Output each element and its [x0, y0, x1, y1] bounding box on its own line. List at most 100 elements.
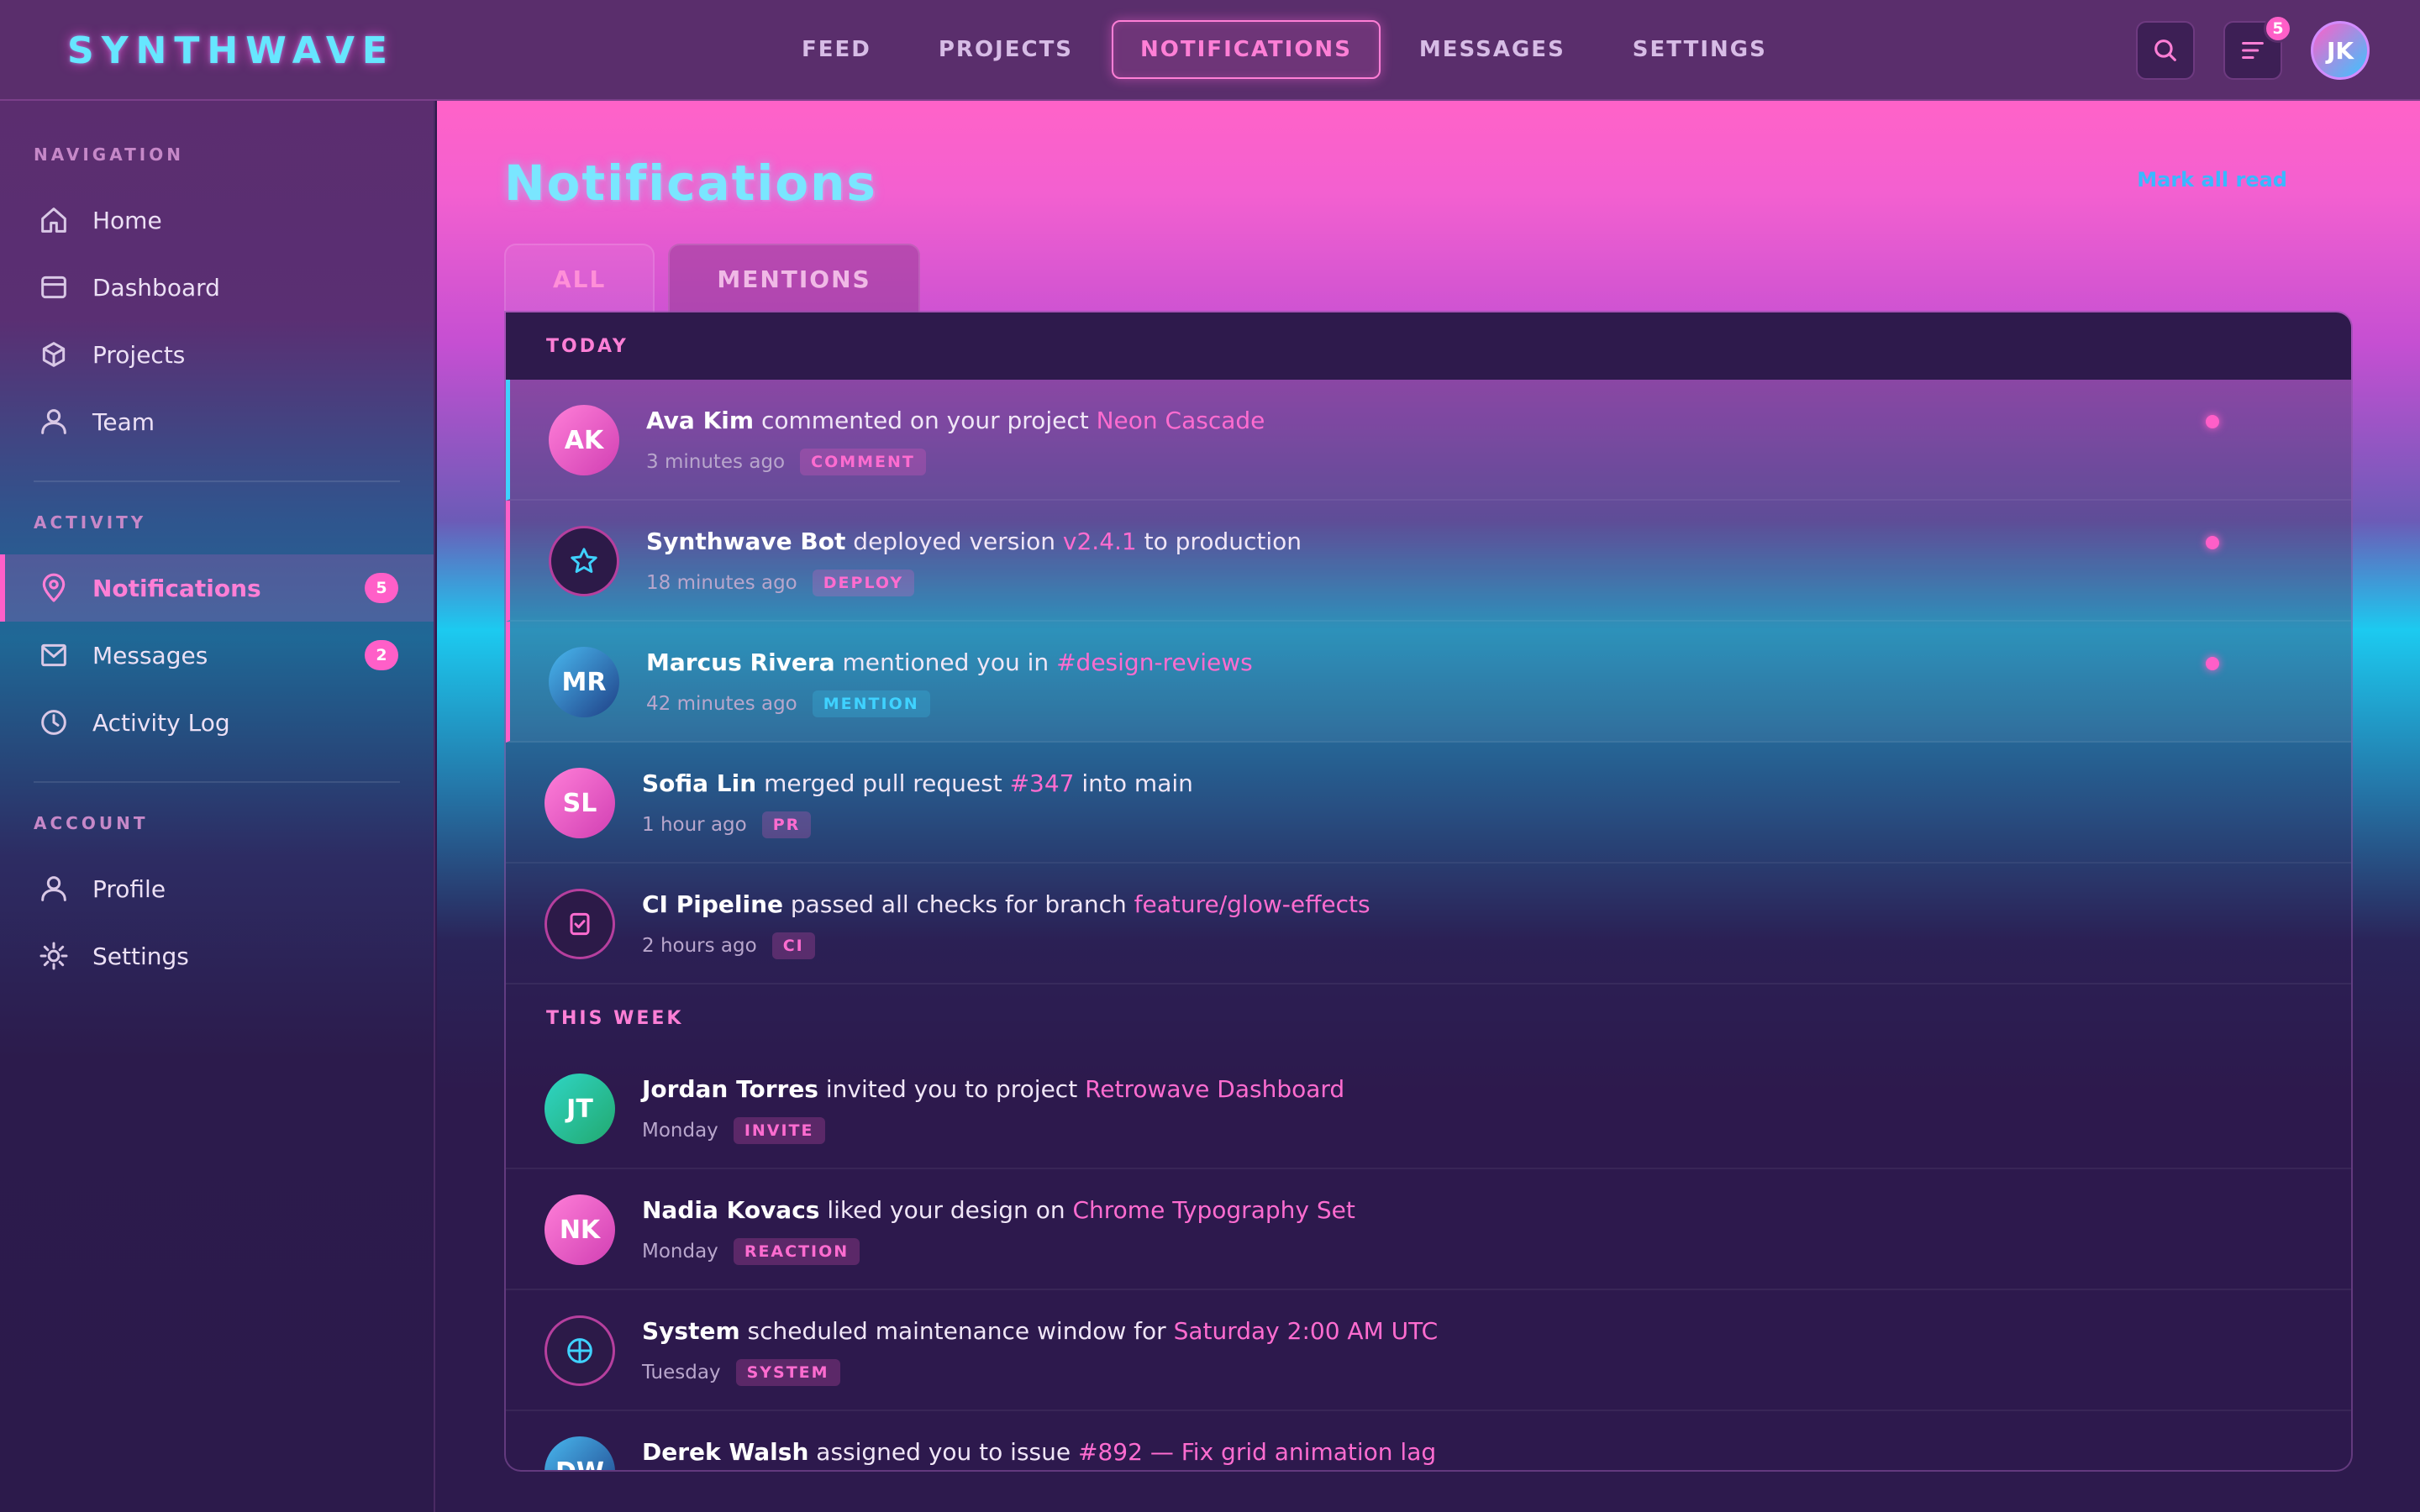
notification-tabs: ALL MENTIONS — [504, 244, 920, 312]
notification-meta: Tuesday SYSTEM — [642, 1359, 840, 1386]
notification-actor[interactable]: Jordan Torres — [642, 1075, 818, 1103]
notification-action: liked your design on — [819, 1196, 1073, 1224]
notification-target-link[interactable]: Retrowave Dashboard — [1085, 1075, 1344, 1103]
notification-item[interactable]: AK Ava Kim commented on your project Neo… — [506, 380, 2351, 501]
brand-logo[interactable]: SYNTHWAVE — [67, 0, 395, 101]
sidebar-item-label: Dashboard — [92, 273, 220, 302]
sidebar-item-activity-log[interactable]: Activity Log — [0, 689, 434, 756]
avatar: MR — [549, 647, 619, 717]
mark-all-read-link[interactable]: Mark all read — [2137, 168, 2287, 192]
notification-action: commented on your project — [754, 407, 1097, 434]
notification-time: Tuesday — [642, 1362, 721, 1383]
unread-dot — [2206, 657, 2219, 670]
top-nav-messages[interactable]: MESSAGES — [1391, 20, 1594, 79]
notification-item[interactable]: SL Sofia Lin merged pull request #347 in… — [506, 743, 2351, 864]
top-nav-projects[interactable]: PROJECTS — [910, 20, 1102, 79]
group-header-today: TODAY — [506, 312, 2351, 380]
notification-actor[interactable]: Marcus Rivera — [646, 648, 835, 676]
notification-item[interactable]: MR Marcus Rivera mentioned you in #desig… — [506, 622, 2351, 743]
notification-target-link[interactable]: #892 — Fix grid animation lag — [1078, 1438, 1436, 1466]
pin-icon — [42, 573, 66, 602]
sidebar-item-label: Profile — [92, 874, 166, 903]
notification-target-link[interactable]: Chrome Typography Set — [1072, 1196, 1355, 1224]
notification-actor[interactable]: Ava Kim — [646, 407, 754, 434]
avatar — [544, 1315, 615, 1386]
user-avatar[interactable]: JK — [2311, 21, 2370, 80]
sidebar-section-navigation: NAVIGATION — [34, 144, 184, 165]
top-nav-notifications[interactable]: NOTIFICATIONS — [1112, 20, 1381, 79]
top-nav-feed[interactable]: FEED — [773, 20, 900, 79]
notification-action-suffix: into main — [1074, 769, 1193, 797]
sidebar-item-profile[interactable]: Profile — [0, 855, 434, 922]
notification-item[interactable]: DW Derek Walsh assigned you to issue #89… — [506, 1411, 2351, 1470]
search-icon — [2154, 39, 2176, 61]
notification-action-suffix: to production — [1136, 528, 1302, 555]
notification-target-link[interactable]: #design-reviews — [1056, 648, 1253, 676]
top-bar: SYNTHWAVE FEED PROJECTS NOTIFICATIONS ME… — [0, 0, 2420, 101]
notification-actor[interactable]: Derek Walsh — [642, 1438, 808, 1466]
sidebar-item-dashboard[interactable]: Dashboard — [0, 254, 434, 321]
notifications-menu-button[interactable]: 5 — [2223, 14, 2292, 80]
notification-target-link[interactable]: #347 — [1010, 769, 1075, 797]
notification-actor[interactable]: Synthwave Bot — [646, 528, 845, 555]
sidebar-item-label: Notifications — [92, 574, 261, 602]
notification-item[interactable]: JT Jordan Torres invited you to project … — [506, 1048, 2351, 1169]
notification-target-link[interactable]: v2.4.1 — [1063, 528, 1137, 555]
notification-time: 18 minutes ago — [646, 572, 797, 594]
dashboard-icon — [41, 276, 66, 299]
notification-time: 2 hours ago — [642, 935, 757, 957]
gear-icon — [39, 942, 68, 970]
page-title: Notifications — [504, 155, 877, 212]
mail-icon — [41, 643, 66, 667]
notification-meta: 2 hours ago CI — [642, 932, 815, 959]
tab-mentions[interactable]: MENTIONS — [668, 244, 920, 312]
notification-target-link[interactable]: feature/glow-effects — [1134, 890, 1370, 918]
notification-actor[interactable]: CI Pipeline — [642, 890, 783, 918]
notification-time: 1 hour ago — [642, 814, 747, 836]
sidebar-item-notifications[interactable]: Notifications 5 — [0, 554, 434, 622]
notification-actor[interactable]: Nadia Kovacs — [642, 1196, 819, 1224]
notification-action: assigned you to issue — [808, 1438, 1079, 1466]
notification-text: Ava Kim commented on your project Neon C… — [646, 407, 1265, 434]
top-nav: FEED PROJECTS NOTIFICATIONS MESSAGES SET… — [773, 20, 1796, 79]
sidebar-item-projects[interactable]: Projects — [0, 321, 434, 388]
notification-item[interactable]: Synthwave Bot deployed version v2.4.1 to… — [506, 501, 2351, 622]
sidebar-item-settings[interactable]: Settings — [0, 922, 434, 990]
tab-all[interactable]: ALL — [504, 244, 655, 312]
notification-type-tag: REACTION — [733, 1238, 860, 1265]
notification-target-link[interactable]: Saturday 2:00 AM UTC — [1174, 1317, 1439, 1345]
notification-action: invited you to project — [818, 1075, 1086, 1103]
notification-text: Marcus Rivera mentioned you in #design-r… — [646, 648, 1253, 676]
sidebar-item-home[interactable]: Home — [0, 186, 434, 254]
notification-item[interactable]: System scheduled maintenance window for … — [506, 1290, 2351, 1411]
notification-count-badge: 5 — [2264, 14, 2292, 43]
search-button[interactable] — [2136, 21, 2195, 80]
sidebar-item-messages[interactable]: Messages 2 — [0, 622, 434, 689]
notification-time: Monday — [642, 1120, 718, 1142]
sidebar-item-label: Home — [92, 206, 162, 234]
notification-text: CI Pipeline passed all checks for branch… — [642, 890, 1370, 918]
sidebar-item-label: Settings — [92, 942, 189, 970]
notification-meta: Monday REACTION — [642, 1238, 860, 1265]
notification-action: passed all checks for branch — [783, 890, 1134, 918]
notification-actor[interactable]: Sofia Lin — [642, 769, 756, 797]
sidebar-item-team[interactable]: Team — [0, 388, 434, 455]
sidebar-item-label: Projects — [92, 340, 186, 369]
notification-type-tag: PR — [761, 811, 812, 838]
notifications-panel: TODAY AK Ava Kim commented on your proje… — [504, 311, 2353, 1472]
notification-text: Nadia Kovacs liked your design on Chrome… — [642, 1196, 1355, 1224]
unread-dot — [2206, 415, 2219, 428]
notification-item[interactable]: CI Pipeline passed all checks for branch… — [506, 864, 2351, 984]
top-nav-settings[interactable]: SETTINGS — [1604, 20, 1796, 79]
notification-actor[interactable]: System — [642, 1317, 740, 1345]
notification-target-link[interactable]: Neon Cascade — [1097, 407, 1265, 434]
notification-type-tag: COMMENT — [800, 449, 926, 475]
user-icon — [41, 409, 66, 434]
sidebar: NAVIGATION Home Dashboard Projects Team … — [0, 101, 435, 1512]
avatar: SL — [544, 768, 615, 838]
notification-item[interactable]: NK Nadia Kovacs liked your design on Chr… — [506, 1169, 2351, 1290]
top-actions: 5 JK — [2136, 14, 2370, 81]
group-header-this-week: THIS WEEK — [546, 1007, 684, 1029]
notification-meta: 3 minutes ago COMMENT — [646, 449, 926, 475]
notification-time: 42 minutes ago — [646, 693, 797, 715]
